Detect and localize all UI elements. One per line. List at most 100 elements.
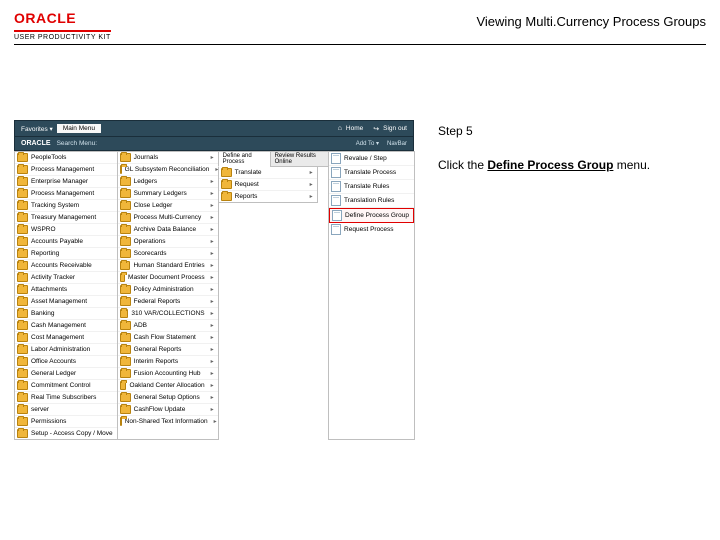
folder-icon — [17, 153, 28, 162]
menu-item[interactable]: Define Process Group — [329, 208, 414, 223]
menu-item-label: Enterprise Manager — [31, 178, 88, 185]
favorites-menu[interactable]: Favorites ▾ — [21, 125, 53, 133]
folder-icon — [120, 273, 125, 282]
tab-review-results-online[interactable]: Review Results Online — [270, 151, 329, 167]
folder-icon — [120, 237, 131, 246]
menu-item[interactable]: Commitment Control — [15, 380, 117, 392]
menu-item[interactable]: WSPRO — [15, 224, 117, 236]
folder-icon — [17, 417, 28, 426]
menu-item[interactable]: General Reports▸ — [118, 344, 218, 356]
menu-item-label: Cash Flow Statement — [134, 334, 196, 341]
brand-block: ORACLE USER PRODUCTIVITY KIT — [14, 10, 111, 44]
menu-item[interactable]: Banking — [15, 308, 117, 320]
menu-item[interactable]: PeopleTools — [15, 152, 117, 164]
app-screenshot: Favorites ▾ Main Menu ⌂ Home ↪ Sign out OR… — [14, 120, 414, 440]
menu-item[interactable]: Office Accounts — [15, 356, 117, 368]
submenu-arrow-icon: ▸ — [205, 214, 214, 221]
menu-item[interactable]: Process Management — [15, 164, 117, 176]
menu-item[interactable]: Cash Management — [15, 320, 117, 332]
menu-item-label: Reports — [235, 193, 258, 200]
main-menu-tab[interactable]: Main Menu — [57, 124, 101, 133]
menu-item[interactable]: Translate Process — [329, 166, 414, 180]
menu-item-label: Request Process — [344, 226, 394, 233]
menu-item[interactable]: Asset Management — [15, 296, 117, 308]
folder-icon — [221, 192, 232, 201]
menu-item[interactable]: server — [15, 404, 117, 416]
home-link[interactable]: Home — [346, 125, 363, 132]
signout-icon[interactable]: ↪ — [373, 125, 379, 133]
navbar-link[interactable]: NavBar — [387, 141, 407, 147]
menu-item-label: Translation Rules — [344, 197, 394, 204]
menu-item[interactable]: Revalue / Step — [329, 152, 414, 166]
menu-item[interactable]: Request▸ — [219, 179, 317, 191]
menu-item[interactable]: Tracking System — [15, 200, 117, 212]
menu-item[interactable]: Labor Administration — [15, 344, 117, 356]
menu-item-label: Treasury Management — [31, 214, 96, 221]
menu-item-label: Labor Administration — [31, 346, 90, 353]
menu-item-label: Commitment Control — [31, 382, 91, 389]
menu-item[interactable]: Journals▸ — [118, 152, 218, 164]
folder-icon — [120, 213, 131, 222]
menu-item[interactable]: Cash Flow Statement▸ — [118, 332, 218, 344]
folder-icon — [17, 237, 28, 246]
app-navbar: ORACLE Search Menu: Add To ▾ NavBar — [14, 137, 414, 151]
page-icon — [332, 210, 342, 221]
menu-item[interactable]: Cost Management — [15, 332, 117, 344]
menu-item[interactable]: Non-Shared Text Information▸ — [118, 416, 218, 427]
menu-item[interactable]: Oakland Center Allocation▸ — [118, 380, 218, 392]
menu-item[interactable]: Archive Data Balance▸ — [118, 224, 218, 236]
menu-item-label: Scorecards — [134, 250, 167, 257]
menu-item[interactable]: Translate▸ — [219, 167, 317, 179]
menu-item[interactable]: Close Ledger▸ — [118, 200, 218, 212]
tab-define-and-process[interactable]: Define and Process — [218, 151, 271, 167]
signout-link[interactable]: Sign out — [383, 125, 407, 132]
menu-item[interactable]: Accounts Receivable — [15, 260, 117, 272]
menu-item[interactable]: Permissions — [15, 416, 117, 428]
menu-item-label: ADB — [134, 322, 147, 329]
menu-item[interactable]: Fusion Accounting Hub▸ — [118, 368, 218, 380]
menu-item[interactable]: ADB▸ — [118, 320, 218, 332]
menu-item[interactable]: 310 VAR/COLLECTIONS▸ — [118, 308, 218, 320]
folder-icon — [17, 333, 28, 342]
menu-item-label: Tracking System — [31, 202, 79, 209]
menu-item-label: Summary Ledgers — [134, 190, 187, 197]
menu-item[interactable]: Translation Rules — [329, 194, 414, 208]
menu-item[interactable]: Real Time Subscribers — [15, 392, 117, 404]
menu-item[interactable]: Attachments — [15, 284, 117, 296]
menu-item[interactable]: Scorecards▸ — [118, 248, 218, 260]
menu-item[interactable]: Summary Ledgers▸ — [118, 188, 218, 200]
menu-item[interactable]: Request Process — [329, 223, 414, 236]
search-menu-label: Search Menu: — [57, 140, 97, 147]
menu-item[interactable]: Reporting — [15, 248, 117, 260]
menu-item[interactable]: Process Multi-Currency▸ — [118, 212, 218, 224]
addto-menu[interactable]: Add To ▾ — [356, 140, 379, 147]
menu-item[interactable]: Operations▸ — [118, 236, 218, 248]
menu-item[interactable]: GL Subsystem Reconciliation▸ — [118, 164, 218, 176]
menu-item-label: General Setup Options — [134, 394, 200, 401]
menu-item[interactable]: Translate Rules — [329, 180, 414, 194]
folder-icon — [17, 177, 28, 186]
menu-item[interactable]: Accounts Payable — [15, 236, 117, 248]
menu-item[interactable]: Master Document Process▸ — [118, 272, 218, 284]
menu-item[interactable]: Enterprise Manager — [15, 176, 117, 188]
menu-item[interactable]: Process Management — [15, 188, 117, 200]
menu-item[interactable]: Activity Tracker — [15, 272, 117, 284]
cascading-menus: PeopleToolsProcess ManagementEnterprise … — [14, 151, 414, 440]
folder-icon — [120, 201, 131, 210]
menu-item[interactable]: Reports▸ — [219, 191, 317, 202]
submenu-arrow-icon: ▸ — [205, 262, 214, 269]
folder-icon — [120, 153, 131, 162]
menu-item[interactable]: General Setup Options▸ — [118, 392, 218, 404]
menu-item[interactable]: Federal Reports▸ — [118, 296, 218, 308]
menu-item[interactable]: Policy Administration▸ — [118, 284, 218, 296]
menu-item[interactable]: Interim Reports▸ — [118, 356, 218, 368]
menu-item[interactable]: General Ledger — [15, 368, 117, 380]
menu-item[interactable]: Human Standard Entries▸ — [118, 260, 218, 272]
home-icon[interactable]: ⌂ — [338, 125, 342, 132]
menu-item-label: Policy Administration — [134, 286, 194, 293]
menu-item[interactable]: Ledgers▸ — [118, 176, 218, 188]
menu-item-label: Accounts Receivable — [31, 262, 92, 269]
menu-item[interactable]: CashFlow Update▸ — [118, 404, 218, 416]
menu-item[interactable]: Setup - Access Copy / Move — [15, 428, 117, 439]
menu-item[interactable]: Treasury Management — [15, 212, 117, 224]
